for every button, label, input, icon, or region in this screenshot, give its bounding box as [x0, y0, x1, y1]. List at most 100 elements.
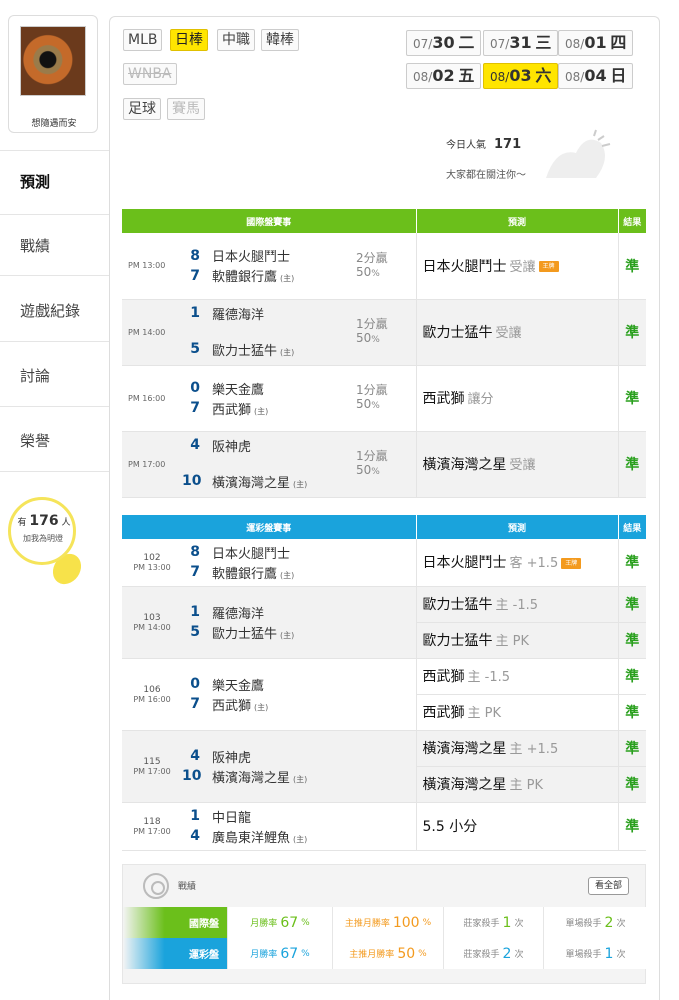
table-row: PM 13:00 8 日本火腿鬥士 7 軟體銀行鷹 (主) 2分贏 50% 日本火腿鬥士… — [122, 233, 646, 300]
table-row: PM 16:00 0 樂天金鷹 7 西武獅 (主) 1分贏 50% 西武獅 讓分 準 — [122, 365, 646, 432]
result: 準 — [617, 766, 647, 803]
prediction: 橫濱海灣之星主 PK — [415, 766, 619, 803]
sport-tab-cpbl[interactable]: 中職 — [217, 29, 255, 51]
lottery-header-pred: 預測 — [416, 515, 619, 539]
prediction: 西武獅 讓分 — [415, 365, 618, 432]
matchup[interactable]: 4 阪神虎 10 橫濱海灣之星 (主) — [182, 431, 356, 498]
table-row: 115 PM 17:00 4 阪神虎 10 橫濱海灣之星 (主) 橫濱海灣之星主 +1.… — [122, 730, 647, 803]
away-team: 阪神虎 — [212, 750, 252, 766]
stats-panel: 戰績 看全部 國際盤 月勝率 67% 主推月勝率 100% 莊家殺手 1 次 單場殺手 2… — [122, 864, 647, 984]
lamp-count: 有 176 人 — [17, 513, 71, 529]
nav-item-game-history[interactable]: 遊戲紀錄 — [0, 280, 110, 342]
lightbulb-icon — [8, 497, 76, 565]
home-score: 7 — [190, 564, 200, 581]
odds: 1分贏 50% — [356, 365, 416, 432]
matchup[interactable]: 4 阪神虎 10 橫濱海灣之星 (主) — [182, 730, 417, 803]
away-team: 羅德海洋 — [212, 606, 265, 622]
lamp-text: 加我為明燈 — [23, 534, 63, 543]
game-number: 102 PM 13:00 — [122, 539, 182, 587]
main-pick-rate: 主推月勝率 50% — [332, 938, 443, 969]
result: 準 — [617, 365, 646, 432]
date-tab-0801[interactable]: 08/01 四 — [558, 30, 634, 56]
away-score: 0 — [190, 676, 200, 692]
matchup[interactable]: 0 樂天金鷹 7 西武獅 (主) — [182, 658, 417, 731]
home-team: 橫濱海灣之星 (主) — [212, 770, 308, 786]
result: 準 — [617, 622, 647, 659]
nav-item-discussion[interactable]: 討論 — [0, 345, 110, 407]
result: 準 — [617, 586, 647, 623]
away-team: 日本火腿鬥士 — [212, 250, 291, 266]
avatar[interactable] — [20, 26, 86, 96]
view-all-button[interactable]: 看全部 — [587, 877, 629, 895]
away-score: 1 — [190, 604, 200, 620]
profile-card[interactable]: 想隨遇而安 — [8, 15, 98, 133]
intl-header-pred: 預測 — [416, 209, 619, 233]
nav-label: 討論 — [20, 367, 51, 385]
away-score: 4 — [190, 437, 200, 453]
game-time: PM 16:00 — [122, 365, 182, 432]
lottery-table-header: 運彩盤賽事 預測 結果 — [122, 515, 647, 539]
sport-tab-kbo[interactable]: 韓棒 — [261, 29, 299, 51]
target-icon — [143, 873, 169, 899]
game-time: PM 14:00 — [122, 299, 182, 366]
lottery-header-match: 運彩盤賽事 — [122, 515, 417, 539]
result: 準 — [617, 658, 647, 695]
home-score: 5 — [190, 624, 200, 640]
away-score: 1 — [190, 808, 200, 824]
nav-label: 戰績 — [20, 236, 51, 255]
away-team: 日本火腿鬥士 — [212, 546, 291, 562]
matchup[interactable]: 1 羅德海洋 5 歐力士猛牛 (主) — [182, 586, 417, 659]
date-tab-0731[interactable]: 07/31 三 — [483, 30, 559, 56]
table-row: 103 PM 14:00 1 羅德海洋 5 歐力士猛牛 (主) 歐力士猛牛主 -1.5 … — [122, 586, 647, 659]
odds: 1分贏 50% — [356, 299, 416, 366]
nav-item-honors[interactable]: 榮譽 — [0, 410, 110, 472]
date-tab-0730[interactable]: 07/30 二 — [406, 30, 482, 56]
home-score: 7 — [190, 696, 200, 712]
matchup[interactable]: 8 日本火腿鬥士 7 軟體銀行鷹 (主) — [182, 233, 356, 300]
single-killer: 單場殺手 1 次 — [543, 938, 647, 969]
prediction: 日本火腿鬥士 受讓 王牌 — [415, 233, 618, 300]
sidebar: 想隨遇而安 預測 戰績 遊戲紀錄 討論 榮譽 有 176 人 加我為明燈 — [0, 0, 110, 1000]
stats-row: 國際盤 月勝率 67% 主推月勝率 100% 莊家殺手 1 次 單場殺手 2 次 — [123, 907, 647, 938]
away-score: 1 — [190, 305, 200, 321]
nav-item-predictions[interactable]: 預測 — [0, 150, 110, 212]
sport-tab-npb[interactable]: 日棒 — [170, 29, 208, 51]
table-row: PM 14:00 1 羅德海洋 5 歐力士猛牛 (主) 1分贏 50% 歐力士猛牛 受讓 … — [122, 299, 646, 366]
table-row: 118 PM 17:00 1 中日龍 4 廣島東洋鯉魚 (主) 5.5 小分 準 — [122, 802, 647, 851]
main-pick-rate: 主推月勝率 100% — [332, 907, 443, 938]
game-time: PM 13:00 — [122, 233, 182, 300]
prediction: 歐力士猛牛主 PK — [415, 622, 619, 659]
matchup[interactable]: 8 日本火腿鬥士 7 軟體銀行鷹 (主) — [182, 539, 417, 587]
result: 準 — [617, 233, 646, 300]
matchup[interactable]: 0 樂天金鷹 7 西武獅 (主) — [182, 365, 356, 432]
prediction: 5.5 小分 — [415, 802, 619, 851]
popularity-today: 今日人氣 171 — [446, 137, 522, 152]
matchup[interactable]: 1 羅德海洋 5 歐力士猛牛 (主) — [182, 299, 356, 366]
prediction: 西武獅主 -1.5 — [415, 658, 619, 695]
result: 準 — [617, 299, 646, 366]
single-killer: 單場殺手 2 次 — [543, 907, 647, 938]
date-tab-0803[interactable]: 08/03 六 — [483, 63, 559, 89]
date-tab-0802[interactable]: 08/02 五 — [406, 63, 482, 89]
home-score: 5 — [190, 341, 200, 357]
away-team: 阪神虎 — [212, 439, 252, 455]
date-tab-0804[interactable]: 08/04 日 — [558, 63, 634, 89]
nav-label: 預測 — [20, 173, 51, 191]
game-time: PM 17:00 — [122, 431, 182, 498]
away-team: 樂天金鷹 — [212, 678, 265, 694]
sport-tab-mlb[interactable]: MLB — [123, 29, 163, 51]
nav-label: 榮譽 — [20, 432, 51, 450]
nav-item-record[interactable]: 戰績 — [0, 214, 110, 276]
sport-tab-soccer[interactable]: 足球 — [123, 98, 161, 120]
table-row: 106 PM 16:00 0 樂天金鷹 7 西武獅 (主) 西武獅主 -1.5 準 — [122, 658, 647, 731]
monthly-win-rate: 月勝率 67% — [227, 907, 332, 938]
home-score: 10 — [182, 768, 202, 784]
odds: 1分贏 50% — [356, 431, 416, 498]
prediction: 日本火腿鬥士客 +1.5 王牌 — [415, 539, 619, 587]
user-name: 想隨遇而安 — [31, 119, 77, 129]
result: 準 — [617, 802, 647, 851]
matchup[interactable]: 1 中日龍 4 廣島東洋鯉魚 (主) — [182, 802, 417, 851]
mascot-decoration-icon — [546, 129, 611, 178]
lamp-badge[interactable]: 有 176 人 加我為明燈 — [8, 497, 87, 592]
home-team: 歐力士猛牛 (主) — [212, 343, 295, 359]
